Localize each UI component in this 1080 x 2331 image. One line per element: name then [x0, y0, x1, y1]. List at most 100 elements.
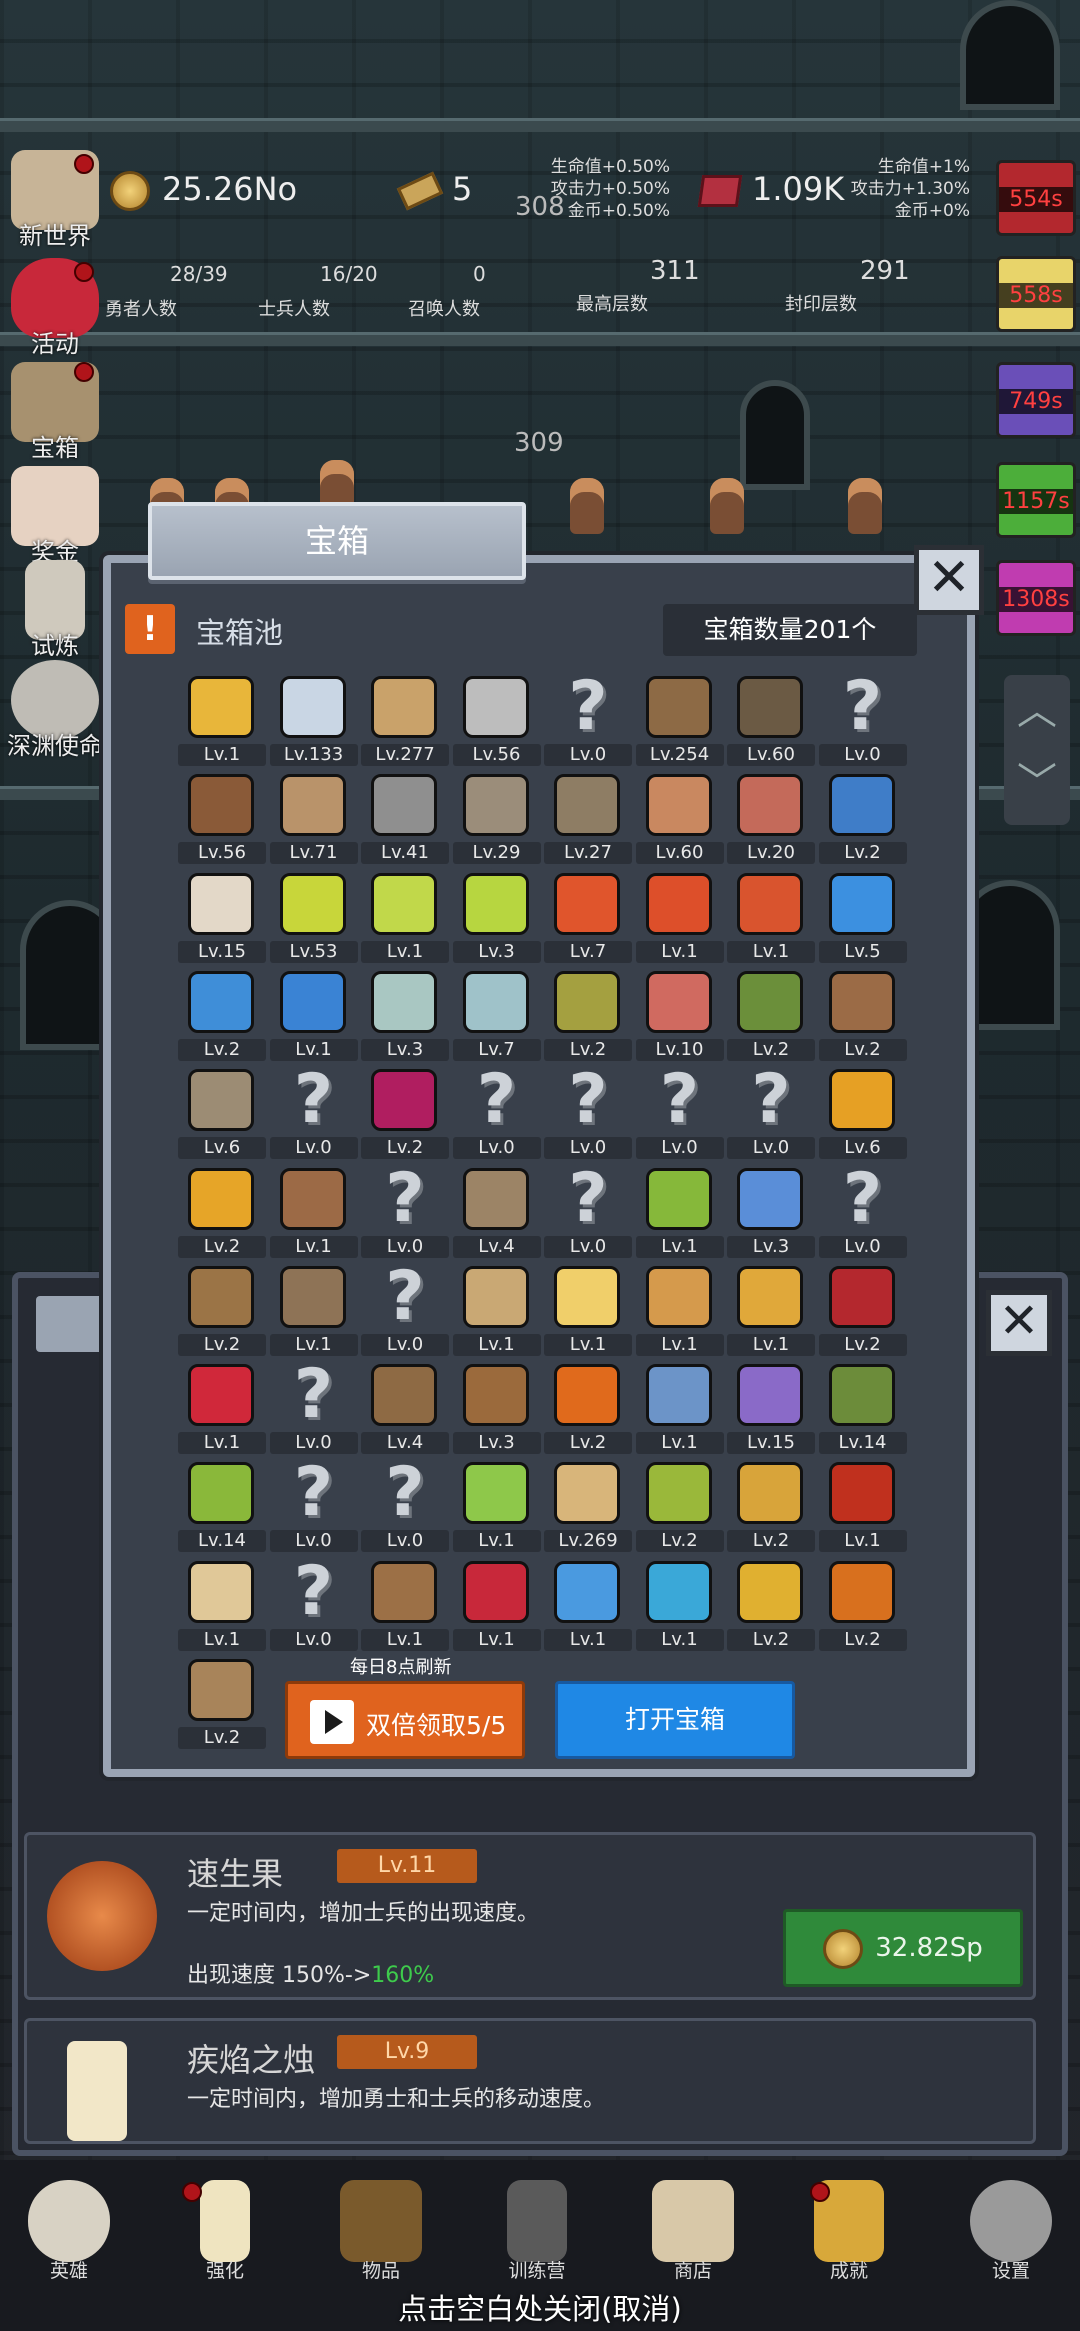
chest-item[interactable]: Lv.1: [178, 1360, 266, 1458]
chest-item[interactable]: Lv.3: [452, 1360, 541, 1458]
side-item-abyss[interactable]: 深渊使命: [0, 660, 110, 761]
chest-item[interactable]: Lv.7: [544, 869, 632, 967]
chest-item[interactable]: ? Lv.0: [269, 1065, 358, 1163]
chest-item[interactable]: Lv.2: [178, 1655, 266, 1753]
game-screen[interactable]: 309 25.26No 5 1.09K 308 生命值+0.50% 攻击力+0.5…: [0, 0, 1080, 2331]
chest-item[interactable]: Lv.2: [635, 1458, 724, 1556]
chest-item[interactable]: Lv.1: [452, 1557, 541, 1655]
chest-item[interactable]: Lv.14: [818, 1360, 907, 1458]
nav-settings[interactable]: 设置: [956, 2180, 1066, 2283]
buff-timer[interactable]: 1308s: [996, 560, 1076, 636]
side-item-bonus[interactable]: 奖金: [0, 466, 110, 567]
chest-item[interactable]: Lv.27: [544, 770, 632, 868]
alert-icon[interactable]: !: [125, 604, 175, 654]
chest-item[interactable]: Lv.2: [178, 967, 266, 1065]
scroll-arrows[interactable]: ︿ ﹀: [1004, 675, 1070, 825]
chest-item[interactable]: ? Lv.0: [544, 672, 632, 770]
chest-item[interactable]: Lv.1: [635, 1360, 724, 1458]
chest-item[interactable]: Lv.2: [818, 967, 907, 1065]
chest-item[interactable]: Lv.60: [635, 770, 724, 868]
chest-item[interactable]: Lv.10: [635, 967, 724, 1065]
chest-item[interactable]: Lv.60: [727, 672, 815, 770]
chest-item[interactable]: Lv.71: [269, 770, 358, 868]
nav-shop[interactable]: 商店: [638, 2180, 748, 2283]
chest-item[interactable]: ? Lv.0: [818, 1163, 907, 1262]
chest-item[interactable]: Lv.1: [544, 1557, 632, 1655]
chest-item[interactable]: Lv.2: [361, 1065, 449, 1163]
double-claim-button[interactable]: 双倍领取5/5: [285, 1681, 525, 1759]
upgrade-button[interactable]: 32.82Sp: [783, 1909, 1023, 1987]
nav-training[interactable]: 训练营: [482, 2180, 592, 2283]
chest-item[interactable]: ? Lv.0: [544, 1163, 632, 1262]
chest-item[interactable]: Lv.1: [818, 1458, 907, 1556]
chest-item[interactable]: Lv.2: [818, 1262, 907, 1360]
chest-item[interactable]: Lv.7: [452, 967, 541, 1065]
nav-items[interactable]: 物品: [326, 2180, 436, 2283]
close-hint[interactable]: 点击空白处关闭(取消): [0, 2286, 1080, 2328]
chest-item[interactable]: ? Lv.0: [727, 1065, 815, 1163]
chest-item[interactable]: Lv.254: [635, 672, 724, 770]
chest-item[interactable]: Lv.14: [178, 1458, 266, 1556]
buff-timer[interactable]: 1157s: [996, 462, 1076, 538]
open-chest-button[interactable]: 打开宝箱: [555, 1681, 795, 1759]
chest-item[interactable]: Lv.56: [452, 672, 541, 770]
chest-item[interactable]: Lv.53: [269, 869, 358, 967]
chest-item[interactable]: Lv.1: [635, 1164, 724, 1262]
chest-item[interactable]: ? Lv.0: [818, 672, 907, 770]
chest-item[interactable]: Lv.1: [635, 1557, 724, 1655]
chest-item[interactable]: Lv.1: [635, 1262, 724, 1360]
chest-item[interactable]: Lv.2: [727, 1557, 815, 1655]
buff-timer[interactable]: 749s: [996, 362, 1076, 438]
side-item-new-world[interactable]: 新世界: [0, 150, 110, 251]
chest-item[interactable]: Lv.1: [178, 672, 266, 770]
buff-timer[interactable]: 554s: [996, 160, 1076, 236]
chest-item[interactable]: Lv.15: [178, 869, 266, 967]
buff-timer[interactable]: 558s: [996, 256, 1076, 332]
chest-item[interactable]: Lv.2: [178, 1164, 266, 1262]
nav-heroes[interactable]: 英雄: [14, 2180, 124, 2283]
chest-item[interactable]: Lv.41: [361, 770, 449, 868]
chest-item[interactable]: Lv.133: [269, 672, 358, 770]
chest-item[interactable]: Lv.1: [635, 869, 724, 967]
chest-item[interactable]: ? Lv.0: [361, 1458, 449, 1556]
chest-item[interactable]: Lv.2: [544, 1360, 632, 1458]
chest-item[interactable]: Lv.4: [361, 1360, 449, 1458]
chest-item[interactable]: Lv.29: [452, 770, 541, 868]
chest-item[interactable]: Lv.15: [727, 1360, 815, 1458]
chest-item[interactable]: Lv.269: [544, 1458, 632, 1556]
side-item-events[interactable]: 活动: [0, 258, 110, 359]
side-item-trial[interactable]: 试炼: [0, 560, 110, 661]
chest-item[interactable]: Lv.20: [727, 770, 815, 868]
close-button[interactable]: ✕: [914, 545, 984, 615]
chest-item[interactable]: ? Lv.0: [269, 1360, 358, 1458]
chest-item[interactable]: Lv.1: [727, 869, 815, 967]
close-button[interactable]: ✕: [986, 1290, 1052, 1356]
side-item-chest[interactable]: 宝箱: [0, 362, 110, 463]
chest-item[interactable]: Lv.1: [269, 1164, 358, 1262]
chest-item[interactable]: Lv.2: [178, 1262, 266, 1360]
chest-item[interactable]: Lv.1: [269, 967, 358, 1065]
chest-item[interactable]: Lv.2: [818, 1557, 907, 1655]
chest-item[interactable]: ? Lv.0: [635, 1065, 724, 1163]
chest-item[interactable]: Lv.6: [818, 1065, 907, 1163]
chest-item[interactable]: Lv.1: [452, 1458, 541, 1556]
chest-item[interactable]: Lv.1: [544, 1262, 632, 1360]
chest-item[interactable]: Lv.6: [178, 1065, 266, 1163]
chest-item[interactable]: Lv.1: [361, 1557, 449, 1655]
chest-item[interactable]: ? Lv.0: [452, 1065, 541, 1163]
chest-item[interactable]: Lv.1: [269, 1262, 358, 1360]
chest-item[interactable]: Lv.2: [727, 1458, 815, 1556]
chest-item[interactable]: Lv.277: [361, 672, 449, 770]
chest-item[interactable]: Lv.3: [361, 967, 449, 1065]
chest-item[interactable]: Lv.2: [727, 967, 815, 1065]
chest-item[interactable]: Lv.1: [452, 1262, 541, 1360]
chest-item[interactable]: Lv.2: [818, 770, 907, 868]
chest-item[interactable]: Lv.2: [544, 967, 632, 1065]
chest-item[interactable]: Lv.56: [178, 770, 266, 868]
chest-item[interactable]: ? Lv.0: [361, 1261, 449, 1360]
chest-item[interactable]: ? Lv.0: [269, 1556, 358, 1655]
chest-item[interactable]: Lv.5: [818, 869, 907, 967]
chest-item[interactable]: ? Lv.0: [269, 1458, 358, 1556]
chest-item[interactable]: Lv.1: [361, 869, 449, 967]
chest-item[interactable]: Lv.1: [727, 1262, 815, 1360]
